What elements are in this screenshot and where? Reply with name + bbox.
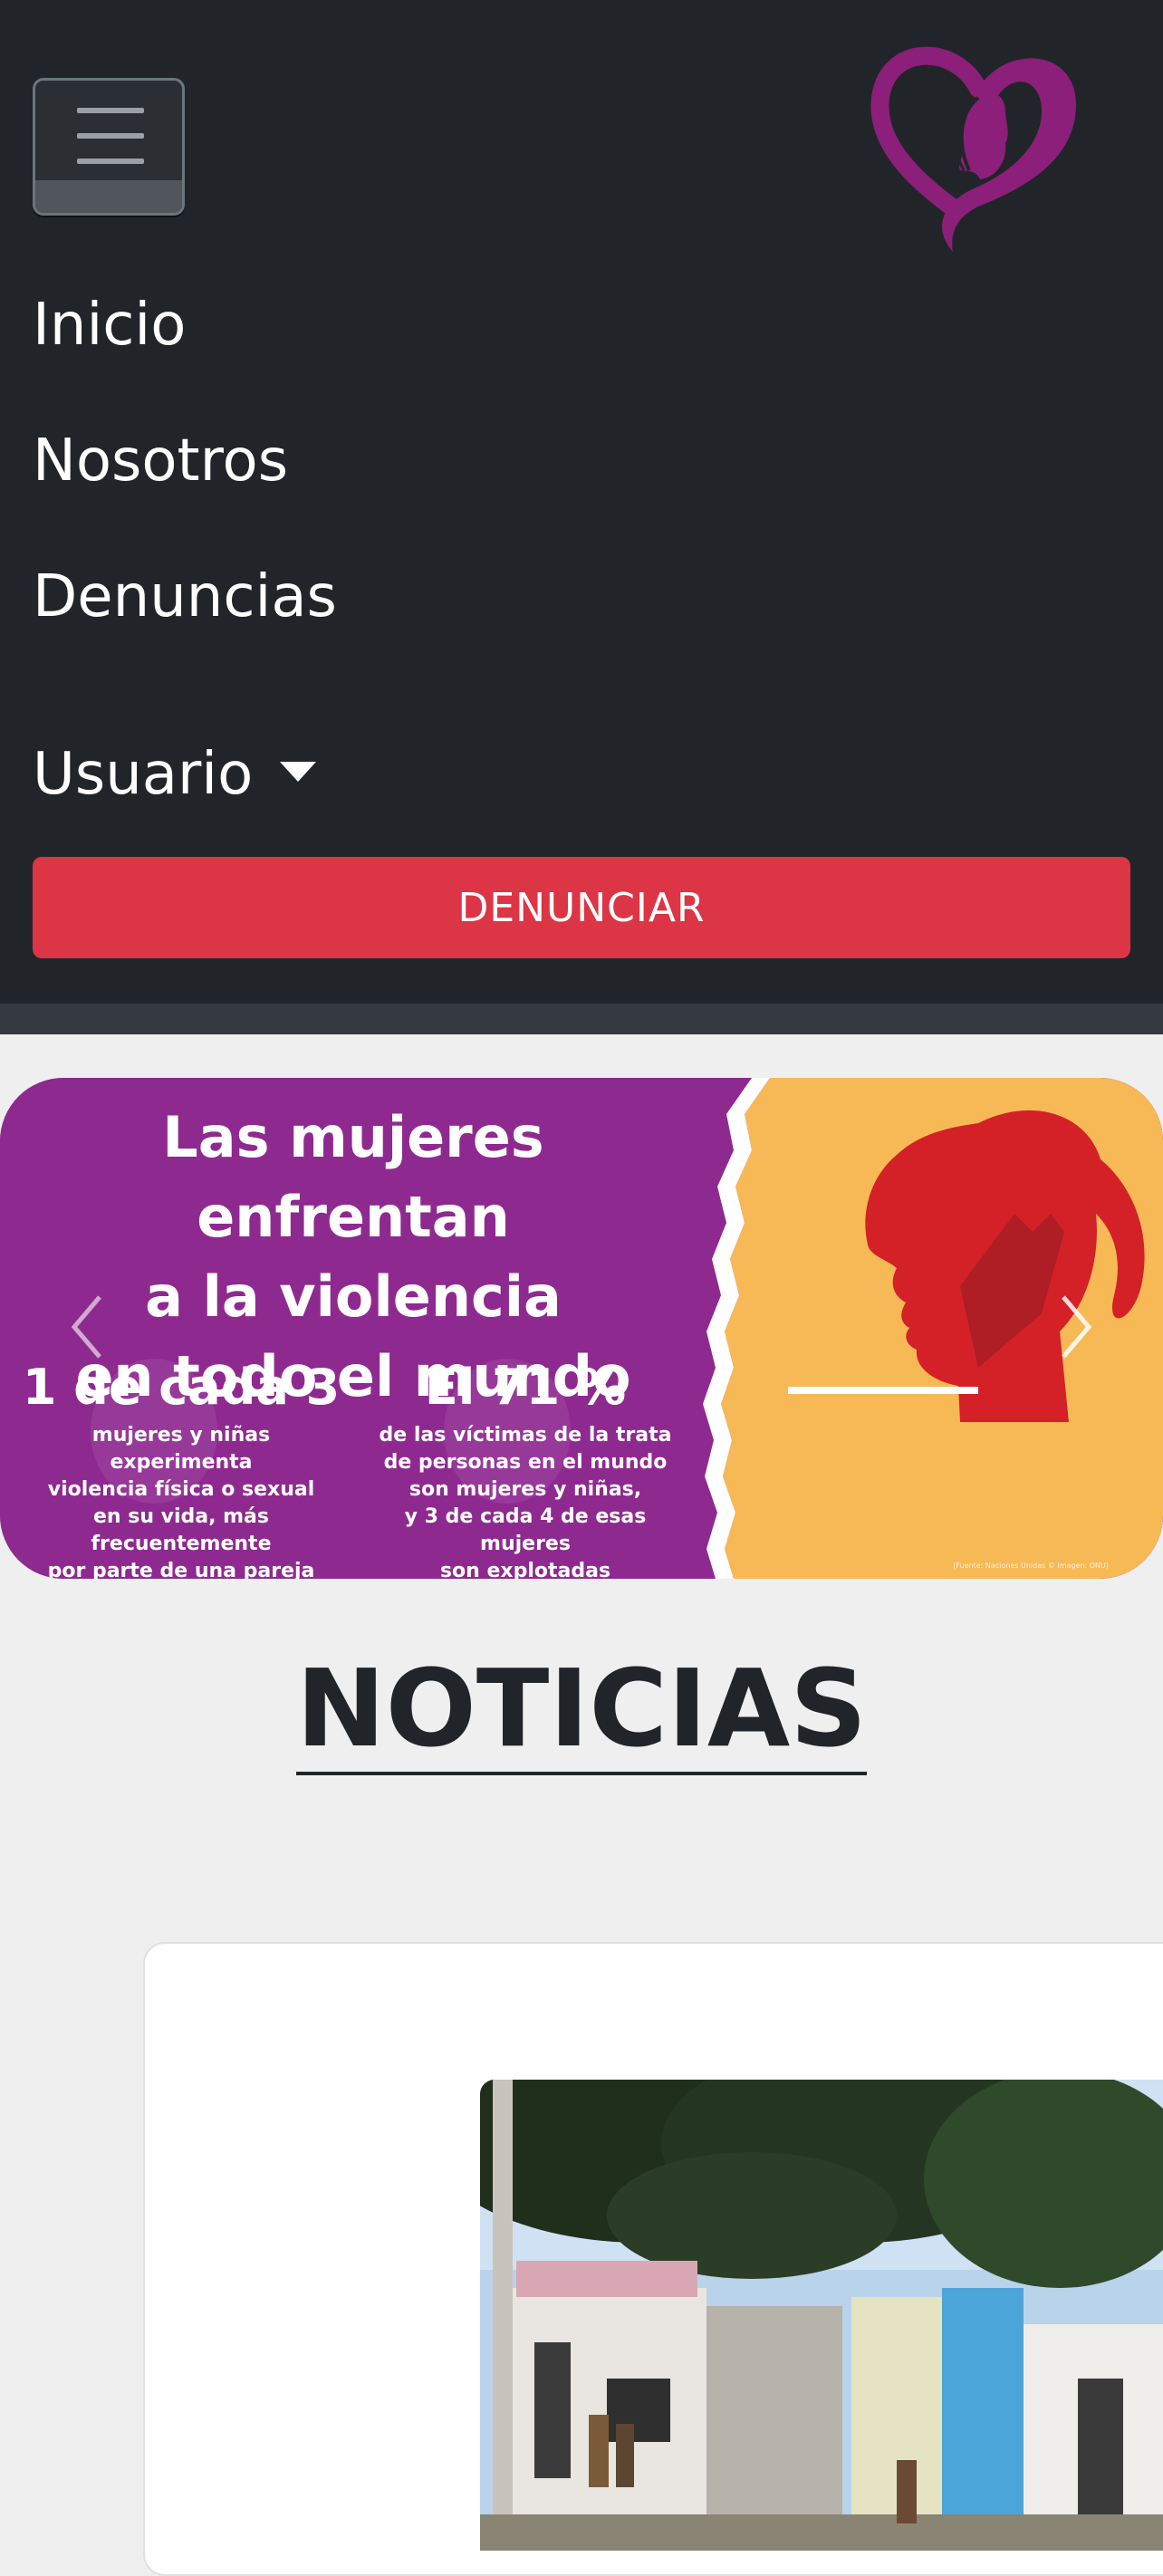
navbar: Inicio Nosotros Denuncias Usuario DENUNC…: [0, 0, 1163, 1004]
carousel-next-button[interactable]: [1049, 1286, 1103, 1368]
section-title-wrapper: NOTICIAS: [0, 1648, 1163, 1775]
nav-link-nosotros[interactable]: Nosotros: [33, 428, 288, 495]
user-dropdown-toggle[interactable]: Usuario: [33, 741, 317, 808]
carousel-banner: Las mujeres enfrentan a la violencia en …: [0, 1078, 1163, 1579]
user-dropdown-label: Usuario: [33, 741, 254, 808]
hamburger-icon: [77, 108, 144, 184]
denunciar-button[interactable]: DENUNCIAR: [33, 857, 1130, 958]
banner-stat1-text: mujeres y niñas experimenta violencia fí…: [47, 1424, 315, 1579]
carousel-prev-button[interactable]: [60, 1286, 114, 1368]
nav-link-denuncias[interactable]: Denuncias: [33, 563, 337, 630]
navbar-toggler-button[interactable]: [33, 78, 185, 216]
banner-stat2-value: El 71 %: [424, 1359, 627, 1416]
banner-credit: (Fuente: Naciones Unidas © Imagen: ONU): [953, 1562, 1109, 1570]
chevron-right-icon: [1062, 1295, 1092, 1359]
navbar-bottom-strip: [0, 1004, 1163, 1034]
heart-woman-logo-icon[interactable]: [870, 34, 1087, 256]
news-card-image[interactable]: [480, 2080, 1163, 2551]
section-title: NOTICIAS: [295, 1648, 868, 1775]
caret-down-icon: [280, 762, 317, 783]
nav-link-inicio[interactable]: Inicio: [33, 292, 186, 359]
banner-stat2-text: de las víctimas de la trata de personas …: [379, 1424, 672, 1579]
chevron-left-icon: [71, 1295, 101, 1359]
